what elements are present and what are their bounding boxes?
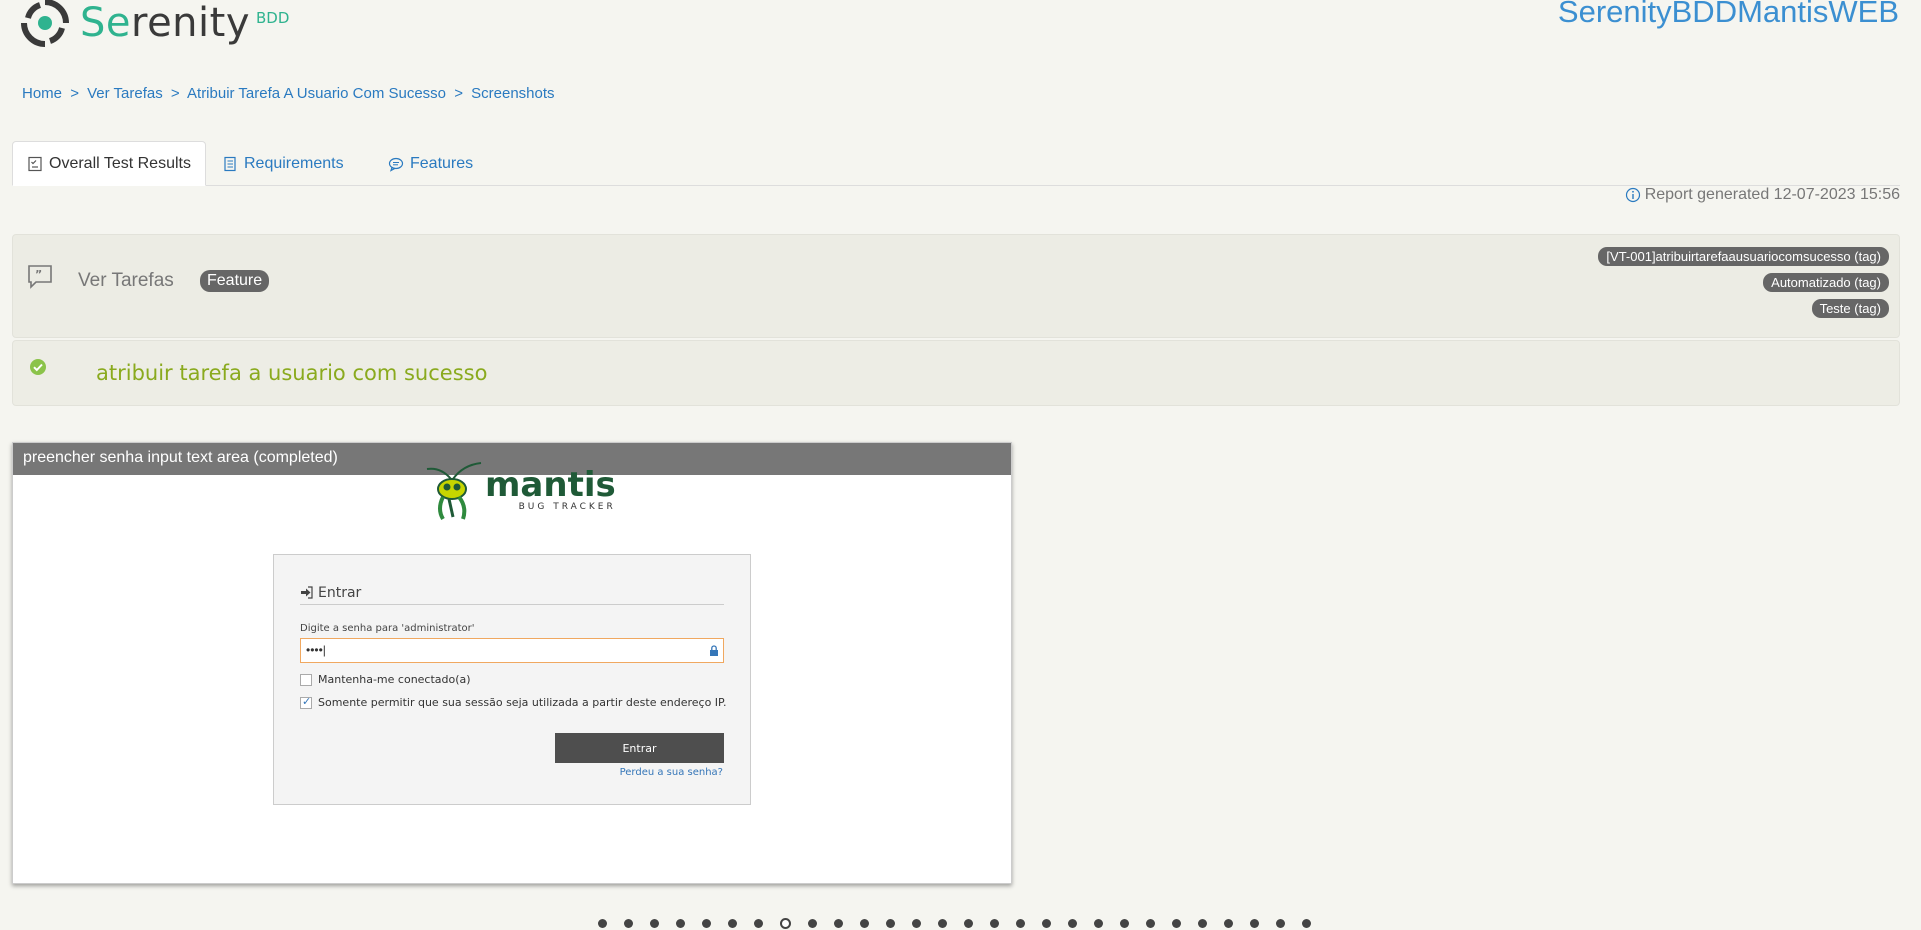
serenity-logo-icon xyxy=(20,0,70,48)
carousel-dot[interactable] xyxy=(624,919,633,928)
carousel-dot[interactable] xyxy=(1120,919,1129,928)
tag-badge[interactable]: [VT-001]atribuirtarefaausuariocomsucesso… xyxy=(1598,247,1889,266)
logo-bdd: BDD xyxy=(256,9,290,27)
scenario-title: atribuir tarefa a usuario com sucesso xyxy=(96,361,488,385)
carousel-dot[interactable] xyxy=(808,919,817,928)
report-generated: Report generated 12-07-2023 15:56 xyxy=(1625,186,1900,204)
carousel-dot[interactable] xyxy=(1094,919,1103,928)
screenshot-frame: preencher senha input text area (complet… xyxy=(12,442,1012,884)
carousel-dot[interactable] xyxy=(1250,919,1259,928)
carousel-dot[interactable] xyxy=(1224,919,1233,928)
speech-bubble-icon: ” xyxy=(28,265,52,289)
breadcrumb-separator: > xyxy=(170,85,180,102)
sign-in-icon xyxy=(301,586,313,599)
breadcrumb: Home > Ver Tarefas > Atribuir Tarefa A U… xyxy=(22,85,559,102)
breadcrumb-separator: > xyxy=(70,85,79,102)
carousel-dot[interactable] xyxy=(676,919,685,928)
info-icon xyxy=(1625,187,1640,203)
tab-features[interactable]: Features xyxy=(374,141,487,186)
feature-badge: Feature xyxy=(200,270,270,292)
breadcrumb-separator: > xyxy=(454,85,463,102)
lock-icon xyxy=(710,645,718,656)
password-label: Digite a senha para 'administrator' xyxy=(300,623,475,634)
secure-session-checkbox[interactable] xyxy=(300,695,312,709)
tab-label: Requirements xyxy=(244,154,344,172)
carousel-dot[interactable] xyxy=(754,919,763,928)
carousel-dot[interactable] xyxy=(1172,919,1181,928)
tab-bar: Overall Test Results Requirements Featur… xyxy=(12,141,1900,186)
carousel-dot[interactable] xyxy=(1146,919,1155,928)
tag-list: [VT-001]atribuirtarefaausuariocomsucesso… xyxy=(1598,247,1889,318)
tab-label: Overall Test Results xyxy=(49,154,191,172)
remember-me-checkbox[interactable] xyxy=(300,673,312,686)
remember-me-row[interactable]: Mantenha-me conectado(a) xyxy=(300,673,471,686)
carousel-dot[interactable] xyxy=(990,919,999,928)
feature-name[interactable]: Ver Tarefas xyxy=(78,270,174,292)
carousel-dot[interactable] xyxy=(938,919,947,928)
mantis-logo-word: mantis xyxy=(485,465,616,505)
carousel-dot[interactable] xyxy=(1276,919,1285,928)
carousel-dot[interactable] xyxy=(912,919,921,928)
breadcrumb-home[interactable]: Home xyxy=(22,85,62,102)
login-box: Entrar Digite a senha para 'administrato… xyxy=(273,554,751,805)
carousel-dot[interactable] xyxy=(964,919,973,928)
top-bar: Serenity BDD SerenityBDDMantisWEB xyxy=(0,0,1921,60)
svg-text:”: ” xyxy=(35,268,42,281)
tab-overall-test-results[interactable]: Overall Test Results xyxy=(12,141,206,186)
tag-badge[interactable]: Automatizado (tag) xyxy=(1763,273,1889,292)
tag-badge[interactable]: Teste (tag) xyxy=(1811,299,1889,318)
login-header: Entrar xyxy=(300,581,724,605)
login-submit-button[interactable]: Entrar xyxy=(555,733,724,763)
carousel-dot[interactable] xyxy=(1068,919,1077,928)
tab-requirements[interactable]: Requirements xyxy=(208,141,358,186)
tab-label: Features xyxy=(410,154,474,172)
book-icon xyxy=(224,156,236,171)
remember-me-label: Mantenha-me conectado(a) xyxy=(318,673,471,686)
carousel-dot[interactable] xyxy=(860,919,869,928)
carousel-dot[interactable] xyxy=(1302,919,1311,928)
project-title[interactable]: SerenityBDDMantisWEB xyxy=(1558,0,1899,30)
password-field[interactable]: ••••| xyxy=(300,638,724,663)
carousel-dot[interactable] xyxy=(1042,919,1051,928)
carousel-dot[interactable] xyxy=(598,919,607,928)
logo-text: Serenity xyxy=(80,0,250,46)
carousel-dot[interactable] xyxy=(834,919,843,928)
report-generated-text: Report generated 12-07-2023 15:56 xyxy=(1644,186,1900,203)
breadcrumb-ver-tarefas[interactable]: Ver Tarefas xyxy=(87,85,163,102)
lost-password-link[interactable]: Perdeu a sua senha? xyxy=(620,767,723,778)
carousel-dot[interactable] xyxy=(650,919,659,928)
breadcrumb-scenario[interactable]: Atribuir Tarefa A Usuario Com Sucesso xyxy=(187,85,446,102)
checklist-icon xyxy=(28,156,42,171)
secure-session-row[interactable]: Somente permitir que sua sessão seja uti… xyxy=(300,695,727,709)
secure-session-label: Somente permitir que sua sessão seja uti… xyxy=(318,696,727,709)
carousel-dot[interactable] xyxy=(1016,919,1025,928)
check-circle-icon xyxy=(30,359,46,375)
serenity-logo[interactable]: Serenity BDD xyxy=(18,0,289,50)
login-title: Entrar xyxy=(318,584,362,601)
carousel-dot[interactable] xyxy=(886,919,895,928)
mantis-logo: mantis BUG TRACKER xyxy=(423,459,616,521)
mantis-insect-icon xyxy=(426,462,482,521)
carousel-dot[interactable] xyxy=(702,919,711,928)
scenario-panel: atribuir tarefa a usuario com sucesso xyxy=(12,340,1900,406)
carousel-dot[interactable] xyxy=(780,918,791,929)
carousel-dot[interactable] xyxy=(1198,919,1207,928)
screenshot-carousel-dots xyxy=(598,918,1311,929)
carousel-dot[interactable] xyxy=(728,919,737,928)
password-value: ••••| xyxy=(306,643,326,657)
feature-panel: ” Ver Tarefas Feature [VT-001]atribuirta… xyxy=(12,234,1900,338)
comment-icon xyxy=(388,157,404,172)
breadcrumb-screenshots[interactable]: Screenshots xyxy=(471,85,554,102)
